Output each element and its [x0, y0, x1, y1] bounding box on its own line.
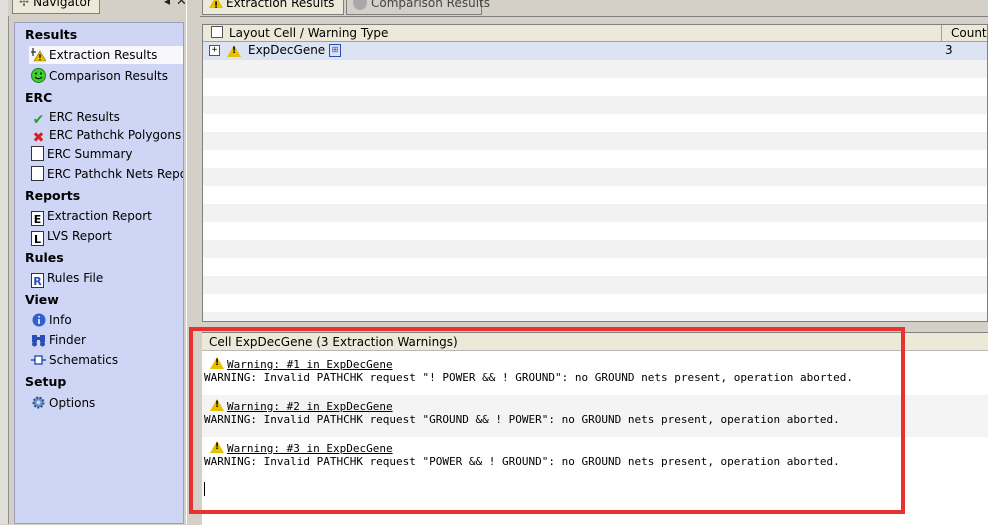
extraction-warning-icon	[31, 47, 47, 62]
table-empty-row	[203, 204, 987, 222]
table-empty-row	[203, 96, 987, 114]
nav-item-erc-pathchk-polygons[interactable]: ✖ ERC Pathchk Polygons	[31, 126, 182, 146]
nav-item-rules-file[interactable]: R Rules File	[31, 269, 104, 288]
table-empty-row	[203, 240, 987, 258]
binoculars-icon	[31, 333, 46, 348]
nav-item-label: Options	[49, 396, 96, 410]
nav-item-label: Extraction Report	[47, 209, 152, 223]
nav-item-label: ERC Summary	[47, 147, 133, 161]
section-reports: Reports	[25, 188, 81, 203]
layout-cell-icon	[211, 26, 223, 38]
section-view: View	[25, 292, 59, 307]
gear-icon	[31, 395, 46, 410]
table-empty-row	[203, 150, 987, 168]
section-setup: Setup	[25, 374, 67, 389]
nav-item-info[interactable]: Info	[31, 311, 72, 329]
cell-name: ExpDecGene	[248, 43, 326, 57]
report-l-icon: L	[31, 231, 44, 246]
document-icon	[31, 166, 44, 181]
red-x-icon: ✖	[32, 130, 45, 146]
nav-item-options[interactable]: Options	[31, 394, 95, 412]
results-table: Layout Cell / Warning Type Count + ExpDe…	[202, 24, 988, 322]
table-empty-row	[203, 168, 987, 186]
nav-item-label: Extraction Results	[49, 48, 158, 62]
section-results: Results	[25, 27, 78, 42]
nav-item-label: Info	[49, 313, 72, 327]
nav-item-label: Rules File	[47, 271, 104, 285]
expand-toggle-icon[interactable]: +	[209, 45, 220, 56]
nav-item-label: LVS Report	[47, 229, 112, 243]
table-empty-row	[203, 60, 987, 78]
column-header-label: Layout Cell / Warning Type	[229, 26, 389, 40]
collapse-icon[interactable]: ◂	[164, 0, 170, 8]
nav-item-comparison-results[interactable]: Comparison Results	[31, 67, 168, 85]
table-empty-row	[203, 258, 987, 276]
nav-item-extraction-results[interactable]: Extraction Results	[29, 46, 183, 64]
window-edge	[0, 0, 9, 524]
table-empty-row	[203, 294, 987, 312]
table-empty-row	[203, 276, 987, 294]
table-empty-row	[203, 78, 987, 96]
column-header-layout-cell[interactable]: Layout Cell / Warning Type	[203, 25, 942, 41]
nav-item-erc-pathchk-nets-report[interactable]: ERC Pathchk Nets Repo	[31, 165, 184, 183]
nav-item-lvs-report[interactable]: L LVS Report	[31, 227, 112, 246]
tab-label: Comparison Results	[371, 0, 490, 10]
nav-item-label: Schematics	[49, 353, 119, 367]
warning-icon	[227, 45, 241, 57]
table-empty-row	[203, 186, 987, 204]
nav-item-label: Finder	[49, 333, 86, 347]
info-icon	[31, 313, 46, 328]
cell-count: 3	[945, 43, 953, 57]
column-header-count[interactable]: Count	[943, 25, 987, 41]
smiley-icon	[31, 68, 46, 83]
nav-item-label: ERC Pathchk Nets Repo	[47, 167, 184, 181]
nav-item-erc-results[interactable]: ✔ ERC Results	[31, 108, 120, 128]
rules-file-icon: R	[31, 273, 44, 288]
table-empty-row	[203, 312, 987, 321]
tab-extraction-results[interactable]: Extraction Results	[202, 0, 344, 15]
section-erc: ERC	[25, 90, 53, 105]
nav-item-finder[interactable]: Finder	[31, 331, 86, 349]
highlight-box	[189, 327, 905, 514]
nav-item-extraction-report[interactable]: E Extraction Report	[31, 207, 152, 226]
document-icon	[31, 146, 44, 161]
nav-item-label: Comparison Results	[49, 69, 168, 83]
nav-item-schematics[interactable]: Schematics	[31, 351, 118, 369]
table-empty-row	[203, 222, 987, 240]
report-e-icon: E	[31, 211, 44, 226]
nav-item-label: ERC Pathchk Polygons	[49, 128, 182, 142]
table-header: Layout Cell / Warning Type Count	[203, 25, 987, 42]
navigator-tab[interactable]: ✢ Navigator	[12, 0, 100, 14]
table-empty-row	[203, 114, 987, 132]
smiley-icon	[353, 0, 367, 10]
navigator-icon: ✢	[19, 0, 30, 9]
tab-label: Extraction Results	[226, 0, 335, 10]
navigator-panel: Results Extraction Results Comparison Re…	[14, 22, 184, 524]
table-row[interactable]: + ExpDecGene ⊞ 3	[203, 42, 987, 60]
navigator-tab-label: Navigator	[33, 0, 92, 9]
nav-item-label: ERC Results	[49, 110, 120, 124]
nav-item-erc-summary[interactable]: ERC Summary	[31, 145, 133, 163]
hierarchy-icon[interactable]: ⊞	[329, 44, 341, 57]
section-rules: Rules	[25, 250, 64, 265]
table-empty-row	[203, 132, 987, 150]
warning-icon	[209, 0, 223, 15]
tab-comparison-results[interactable]: Comparison Results	[346, 0, 490, 15]
schematic-icon	[31, 353, 46, 368]
